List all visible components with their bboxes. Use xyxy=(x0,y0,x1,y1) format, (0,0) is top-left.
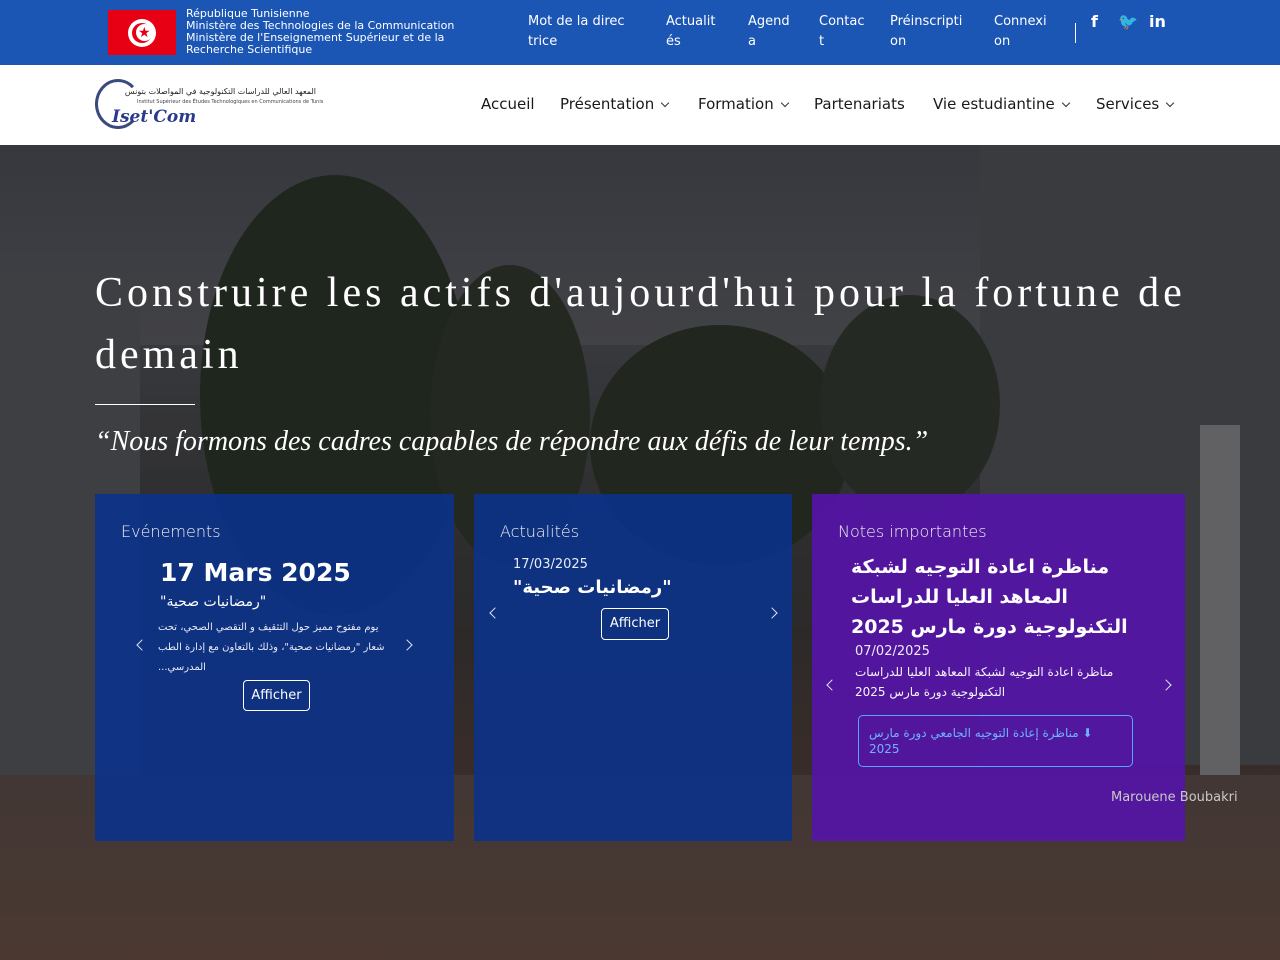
government-ministries: République Tunisienne Ministère des Tech… xyxy=(186,8,506,56)
news-card-title: Actualités xyxy=(500,522,580,541)
gov-line-ministry-higher-education: Ministère de l'Enseignement Supérieur et… xyxy=(186,31,445,56)
carousel-prev-icon[interactable] xyxy=(489,607,501,619)
nav-item-vie-estudiantine[interactable]: Vie estudiantine xyxy=(933,95,1070,113)
carousel-next-icon[interactable] xyxy=(401,639,413,651)
logo-name: Iset'Com xyxy=(112,107,197,127)
events-card-title: Evénements xyxy=(121,522,221,541)
nav-item-accueil[interactable]: Accueil xyxy=(481,95,535,113)
topbar-divider xyxy=(1075,23,1076,43)
event-title: "رمضانيات صحية" xyxy=(160,594,267,610)
download-icon: ⬇ xyxy=(1082,726,1093,740)
news-afficher-button[interactable]: Afficher xyxy=(601,608,669,640)
facebook-icon[interactable]: f xyxy=(1091,12,1098,31)
tunisia-flag-icon: ★ xyxy=(108,10,176,55)
news-date: 17/03/2025 xyxy=(513,557,588,572)
nav-item-services[interactable]: Services xyxy=(1096,95,1175,113)
linkedin-icon[interactable]: in xyxy=(1149,12,1166,31)
note-download-button[interactable]: ⬇ مناظرة إعادة التوجيه الجامعي دورة مارس… xyxy=(858,715,1133,767)
chevron-down-icon xyxy=(660,98,670,108)
nav-item-presentation[interactable]: Présentation xyxy=(560,95,670,113)
event-afficher-button[interactable]: Afficher xyxy=(243,680,310,711)
event-description: يوم مفتوح مميز حول التثقيف و التقصي الصح… xyxy=(158,622,385,673)
chevron-down-icon xyxy=(1166,98,1175,108)
note-description: مناظرة اعادة التوجيه لشبكة المعاهد العلي… xyxy=(855,665,1114,699)
twitter-icon[interactable]: 🐦 xyxy=(1118,12,1138,31)
nav-item-partenariats[interactable]: Partenariats xyxy=(814,95,905,113)
carousel-prev-icon[interactable] xyxy=(136,639,148,651)
news-card: Actualités 17/03/2025 "رمضانيات صحية" Af… xyxy=(474,494,792,841)
photo-credit: Marouene Boubakri xyxy=(1111,790,1238,805)
notes-card: Notes importantes مناظرة اعادة التوجيه ل… xyxy=(812,494,1185,841)
toplink-contact[interactable]: Contact xyxy=(819,12,865,52)
toplink-connexion[interactable]: Connexion xyxy=(994,12,1052,52)
top-bar: ★ République Tunisienne Ministère des Te… xyxy=(0,0,1280,65)
nav-item-formation[interactable]: Formation xyxy=(698,95,789,113)
hero-quote: “Nous formons des cadres capables de rép… xyxy=(95,426,929,457)
hero-headline: Construire les actifs d'aujourd'hui pour… xyxy=(95,270,1186,378)
notes-card-title: Notes importantes xyxy=(838,522,987,541)
toplink-agenda[interactable]: Agenda xyxy=(748,12,796,52)
toplink-mot-directrice[interactable]: Mot de la directrice xyxy=(528,12,628,52)
toplink-preinscription[interactable]: Préinscription xyxy=(890,12,968,52)
carousel-prev-icon[interactable] xyxy=(826,679,838,691)
events-card: Evénements 17 Mars 2025 "رمضانيات صحية" … xyxy=(95,494,454,841)
event-date: 17 Mars 2025 xyxy=(160,558,351,587)
isetcom-logo[interactable]: المعهد العالي للدراسات التكنولوجية في ال… xyxy=(95,79,324,131)
note-download-label: مناظرة إعادة التوجيه الجامعي دورة مارس 2… xyxy=(869,726,1079,756)
chevron-down-icon xyxy=(1061,98,1070,108)
news-headline: "رمضانيات صحية" xyxy=(513,577,672,598)
chevron-down-icon xyxy=(780,98,789,108)
logo-french-text: Institut Supérieur des Études Technologi… xyxy=(137,99,324,105)
logo-arabic-text: المعهد العالي للدراسات التكنولوجية في ال… xyxy=(124,87,316,96)
note-headline: مناظرة اعادة التوجيه لشبكة المعاهد العلي… xyxy=(851,556,1128,638)
carousel-next-icon[interactable] xyxy=(1160,679,1172,691)
carousel-next-icon[interactable] xyxy=(766,607,778,619)
note-date: 07/02/2025 xyxy=(855,644,930,659)
toplink-actualites[interactable]: Actualités xyxy=(666,12,721,52)
hero-divider xyxy=(95,404,195,405)
